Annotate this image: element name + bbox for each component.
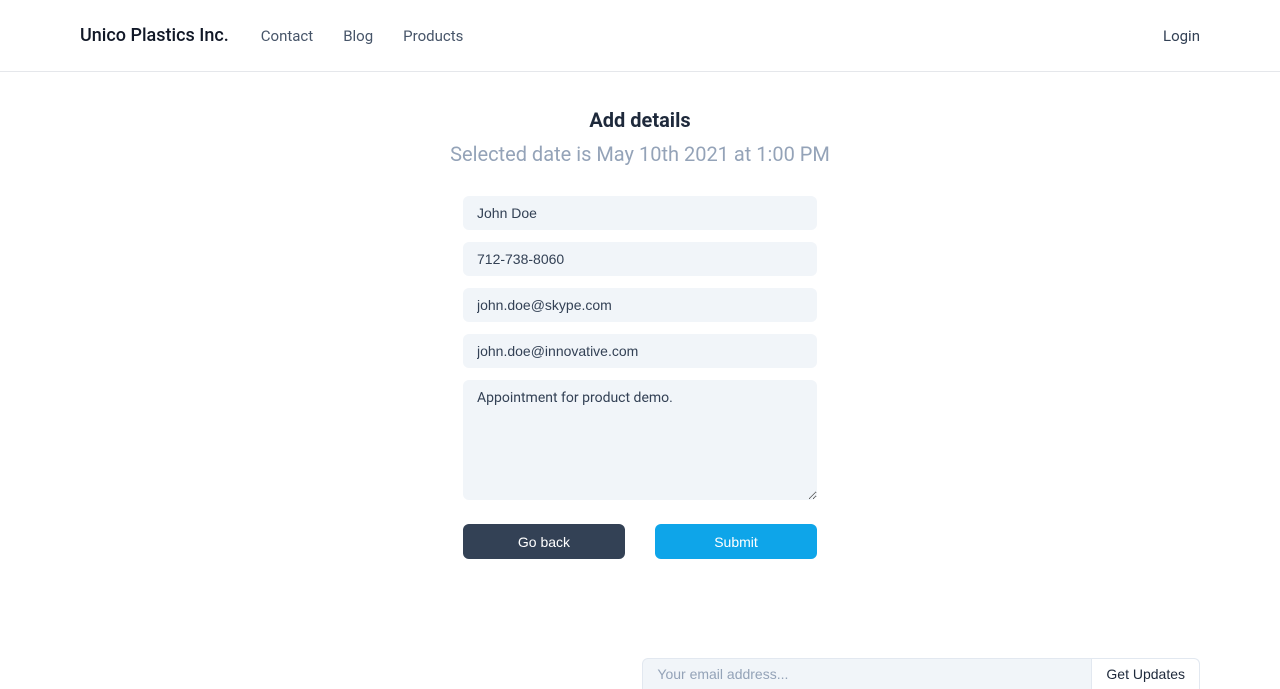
main-content: Add details Selected date is May 10th 20… <box>0 72 1280 559</box>
get-updates-button[interactable]: Get Updates <box>1092 658 1200 689</box>
page-title: Add details <box>589 108 690 132</box>
submit-button[interactable]: Submit <box>655 524 817 559</box>
go-back-button[interactable]: Go back <box>463 524 625 559</box>
header: Unico Plastics Inc. Contact Blog Product… <box>0 0 1280 72</box>
skype-input[interactable] <box>463 288 817 322</box>
phone-input[interactable] <box>463 242 817 276</box>
details-form: Appointment for product demo. Go back Su… <box>463 196 817 559</box>
brand-name[interactable]: Unico Plastics Inc. <box>80 25 229 46</box>
nav-products[interactable]: Products <box>403 27 463 45</box>
nav-blog[interactable]: Blog <box>343 27 373 45</box>
nav: Contact Blog Products <box>261 27 1163 45</box>
newsletter-bar: Get Updates <box>642 658 1200 689</box>
button-row: Go back Submit <box>463 524 817 559</box>
nav-contact[interactable]: Contact <box>261 27 313 45</box>
name-input[interactable] <box>463 196 817 230</box>
login-link[interactable]: Login <box>1163 27 1200 45</box>
page-subtitle: Selected date is May 10th 2021 at 1:00 P… <box>450 142 830 166</box>
notes-textarea[interactable]: Appointment for product demo. <box>463 380 817 500</box>
newsletter-email-input[interactable] <box>642 658 1092 689</box>
email-input[interactable] <box>463 334 817 368</box>
